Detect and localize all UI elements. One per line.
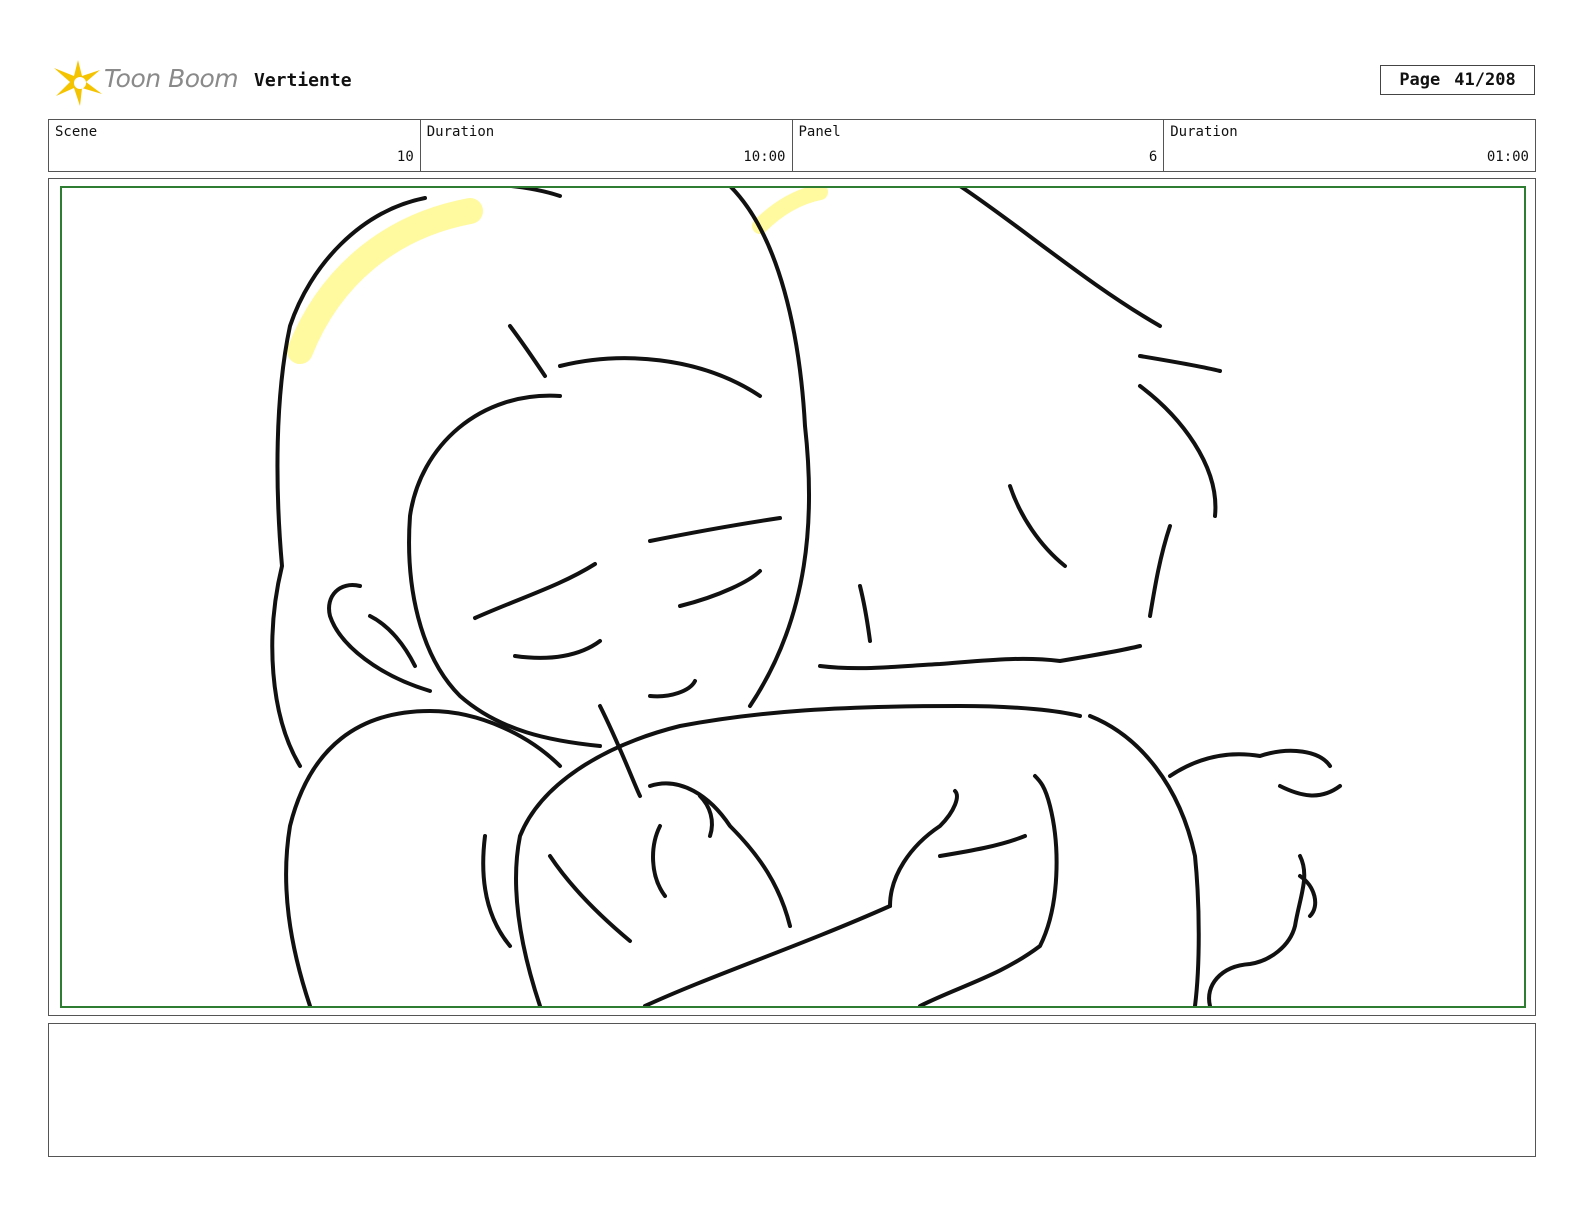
- scene-label: Scene: [55, 124, 98, 140]
- panel-duration-cell: Duration 01:00: [1164, 120, 1535, 171]
- panel-duration-label: Duration: [1170, 124, 1238, 140]
- panel-label: Panel: [798, 124, 841, 140]
- page-value: 41/208: [1454, 70, 1516, 90]
- scene-value: 10: [396, 149, 414, 165]
- scene-duration-label: Duration: [426, 124, 495, 140]
- scene-duration-value: 10:00: [743, 149, 786, 165]
- info-bar: Scene 10 Duration 10:00 Panel 6 Duration…: [48, 119, 1536, 172]
- project-title: Vertiente: [254, 70, 352, 91]
- toon-boom-logo: Toon Boom: [52, 56, 242, 108]
- page-indicator: Page 41/208: [1380, 65, 1535, 95]
- logo-text: Toon Boom: [104, 64, 239, 93]
- panel-duration-value: 01:00: [1486, 149, 1529, 165]
- safe-area-frame: [60, 186, 1526, 1008]
- panel-value: 6: [1148, 149, 1158, 165]
- scene-duration-cell: Duration 10:00: [421, 120, 793, 171]
- burst-icon: [54, 60, 102, 106]
- panel-cell: Panel 6: [793, 120, 1165, 171]
- page-label: Page: [1399, 70, 1441, 90]
- scene-cell: Scene 10: [49, 120, 421, 171]
- notes-box[interactable]: [48, 1023, 1536, 1157]
